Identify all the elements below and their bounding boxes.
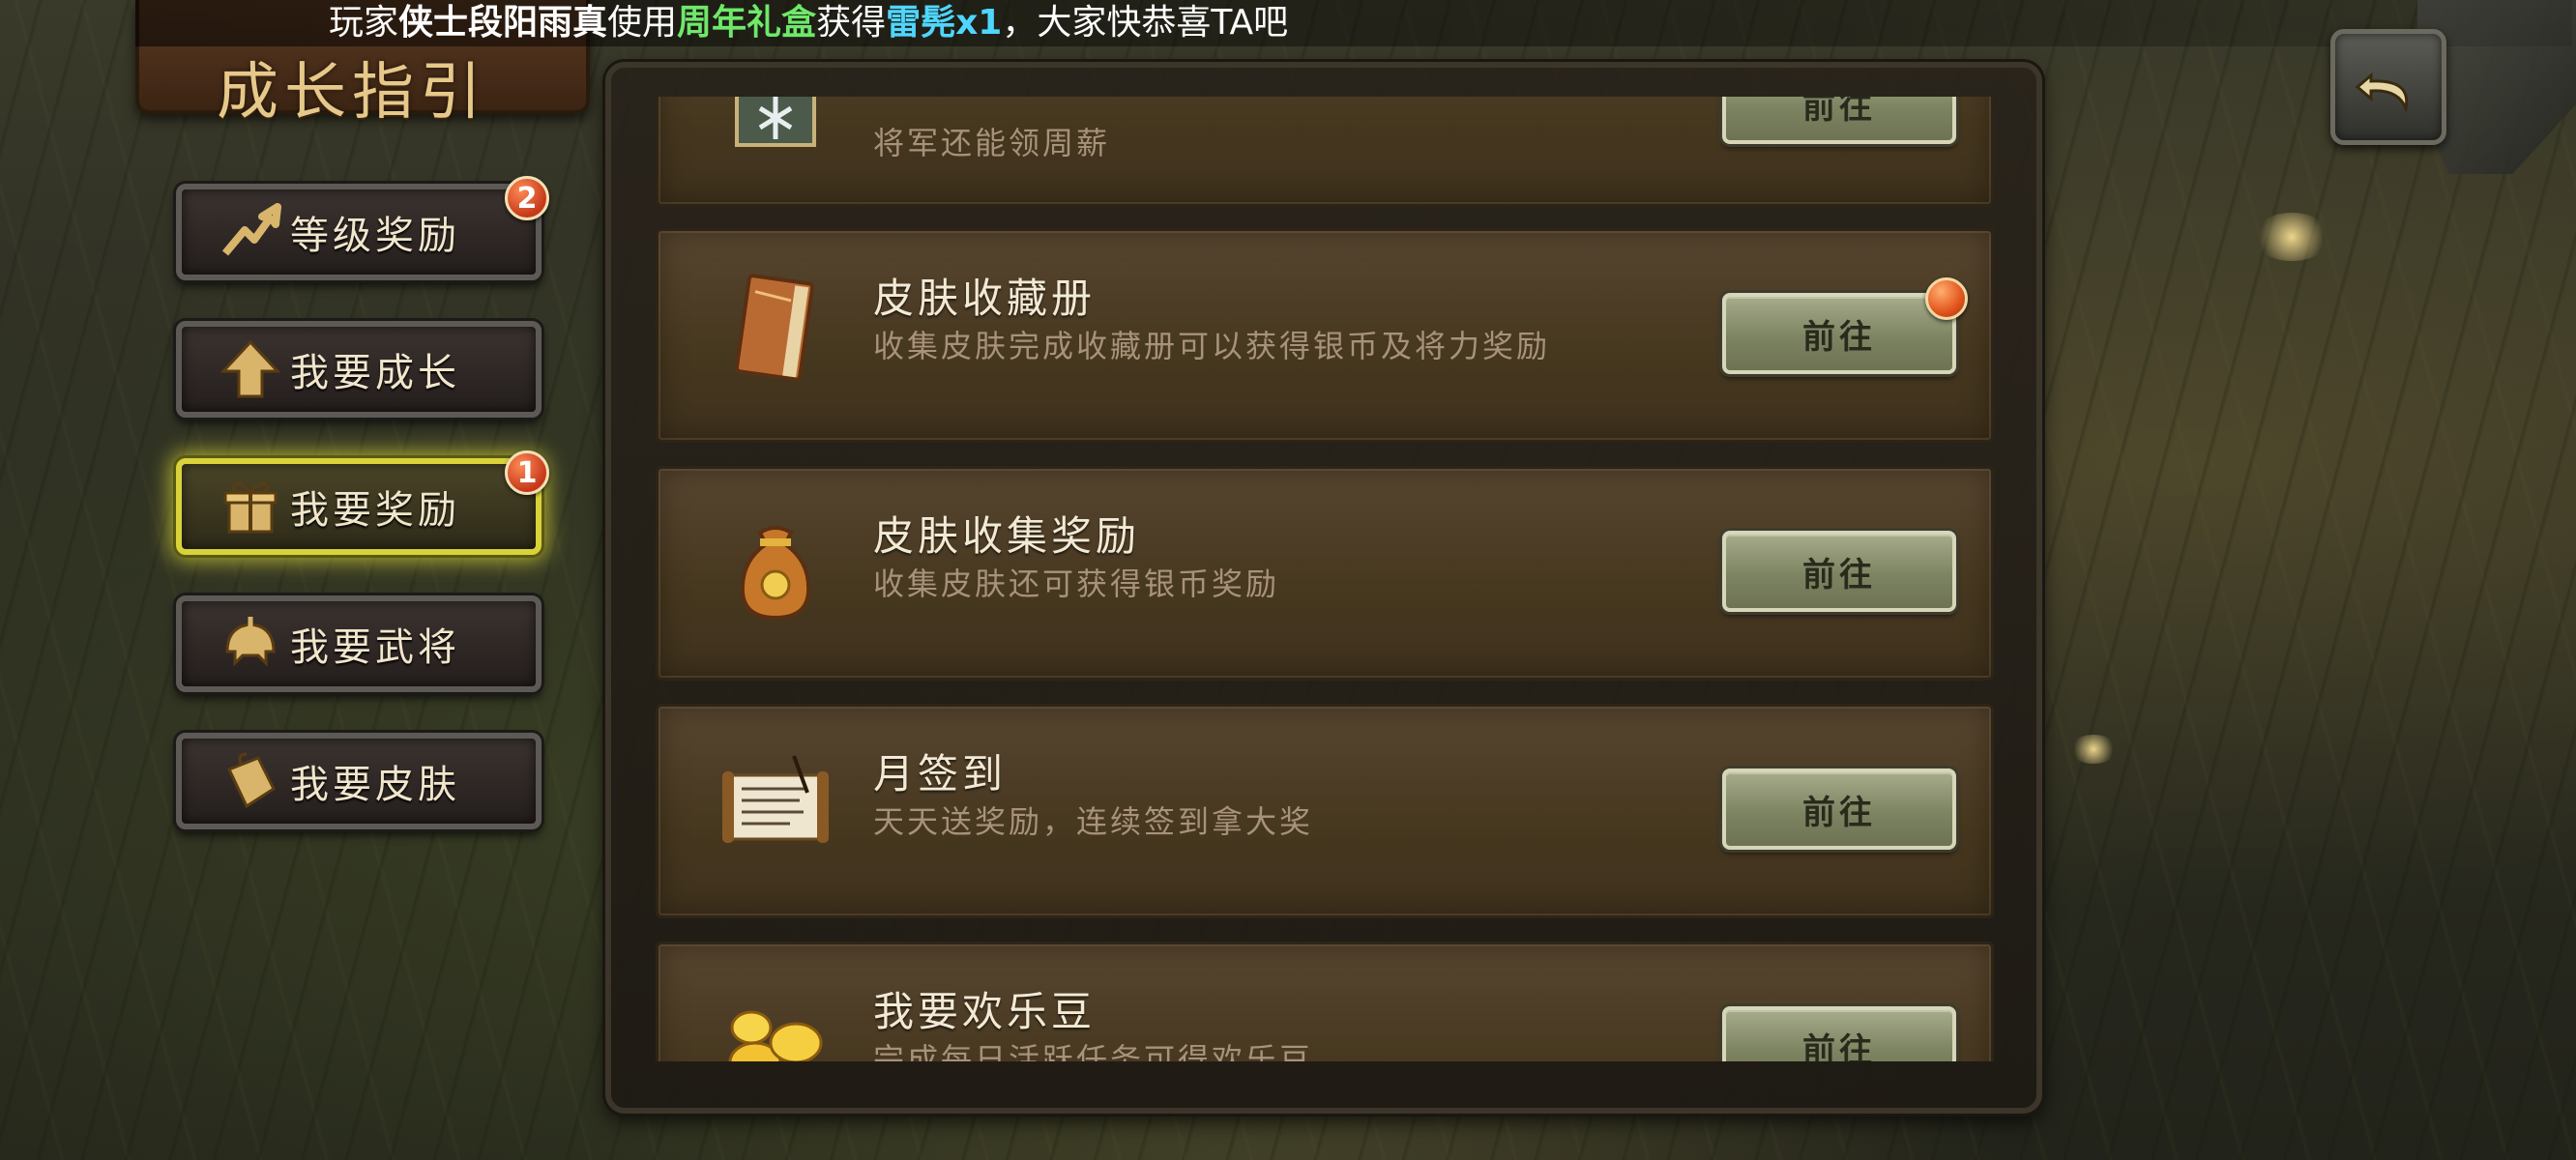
trend-arrow-icon — [217, 198, 284, 266]
money-bag-icon — [713, 504, 838, 629]
go-button[interactable]: 前往 — [1722, 531, 1956, 612]
go-button-label: 前往 — [1802, 317, 1876, 357]
background-spark — [2253, 213, 2330, 261]
list-item-desc: 天天送奖励，连续签到拿大奖 — [873, 803, 1314, 840]
list-item-title: 我要欢乐豆 — [873, 988, 1097, 1035]
banner-obtained: 获得 — [816, 3, 887, 43]
list-item-desc: 收集皮肤完成收藏册可以获得银币及将力奖励 — [873, 328, 1551, 364]
banner-player-name: 侠士段阳雨真 — [398, 3, 608, 43]
notification-dot — [1925, 277, 1968, 320]
book-icon — [713, 266, 838, 392]
list-item-desc: 收集皮肤还可获得银币奖励 — [873, 566, 1280, 602]
count-badge: 2 — [505, 176, 549, 220]
nav-item-grow[interactable]: 我要成长 — [176, 321, 542, 418]
nav-item-label: 我要成长 — [290, 351, 460, 395]
back-button[interactable] — [2330, 29, 2446, 145]
list-item: 月签到 天天送奖励，连续签到拿大奖 前往 — [656, 704, 1994, 918]
banner-suffix: ，大家快恭喜TA吧 — [1002, 3, 1289, 43]
list-item-desc: 将军还能领周薪 — [873, 125, 1111, 161]
skin-bag-icon — [217, 747, 284, 815]
banner-item: 雷髡x1 — [886, 3, 1003, 43]
gold-beans-icon — [713, 979, 838, 1061]
list-item-title: 皮肤收集奖励 — [873, 512, 1141, 560]
banner-prefix: 玩家 — [329, 3, 399, 43]
list-item: 皮肤收集奖励 收集皮肤还可获得银币奖励 前往 — [656, 466, 1994, 681]
nav-item-label: 我要皮肤 — [290, 763, 460, 807]
nav-item-rewards[interactable]: 我要奖励 1 — [176, 450, 549, 555]
helmet-icon — [217, 610, 284, 678]
back-arrow-icon — [2350, 46, 2427, 128]
gift-icon — [217, 473, 284, 540]
list-item-desc: 完成每日活跃任务可得欢乐豆 — [873, 1041, 1314, 1061]
nav-item-skins[interactable]: 我要皮肤 — [176, 733, 542, 829]
nav-item-label: 等级奖励 — [290, 214, 460, 258]
count-badge: 1 — [505, 450, 549, 495]
scroll-icon — [713, 741, 838, 867]
banner-icon — [713, 97, 838, 179]
list-item: 将军还能领周薪 前往 — [656, 97, 1994, 207]
list-item-title: 月签到 — [873, 750, 1008, 798]
go-button[interactable]: 前往 — [1722, 277, 1968, 374]
nav-item-level-rewards[interactable]: 等级奖励 2 — [176, 176, 549, 280]
go-button[interactable]: 前往 — [1722, 97, 1956, 144]
background-spark — [2069, 735, 2118, 764]
list-item: 皮肤收藏册 收集皮肤完成收藏册可以获得银币及将力奖励 前往 — [656, 228, 1994, 443]
page-title: 成长指引 — [217, 57, 487, 129]
task-list[interactable]: 将军还能领周薪 前往 皮肤收藏册 收集皮肤完成收藏册可以获得银币及将力奖励 前往… — [656, 97, 1994, 1061]
list-item-title: 皮肤收藏册 — [873, 275, 1097, 322]
nav-item-label: 我要武将 — [290, 625, 460, 670]
go-button[interactable]: 前往 — [1722, 1006, 1956, 1061]
banner-used: 使用 — [607, 3, 678, 43]
broadcast-banner: 玩家侠士段阳雨真使用周年礼盒获得雷髡x1，大家快恭喜TA吧 — [135, 0, 2572, 46]
go-button[interactable]: 前往 — [1722, 768, 1956, 850]
list-item: 我要欢乐豆 完成每日活跃任务可得欢乐豆 前往 — [656, 942, 1994, 1061]
nav-item-generals[interactable]: 我要武将 — [176, 595, 542, 692]
nav-item-label: 我要奖励 — [290, 488, 460, 533]
up-arrow-icon — [217, 335, 284, 403]
banner-gift: 周年礼盒 — [677, 3, 817, 43]
